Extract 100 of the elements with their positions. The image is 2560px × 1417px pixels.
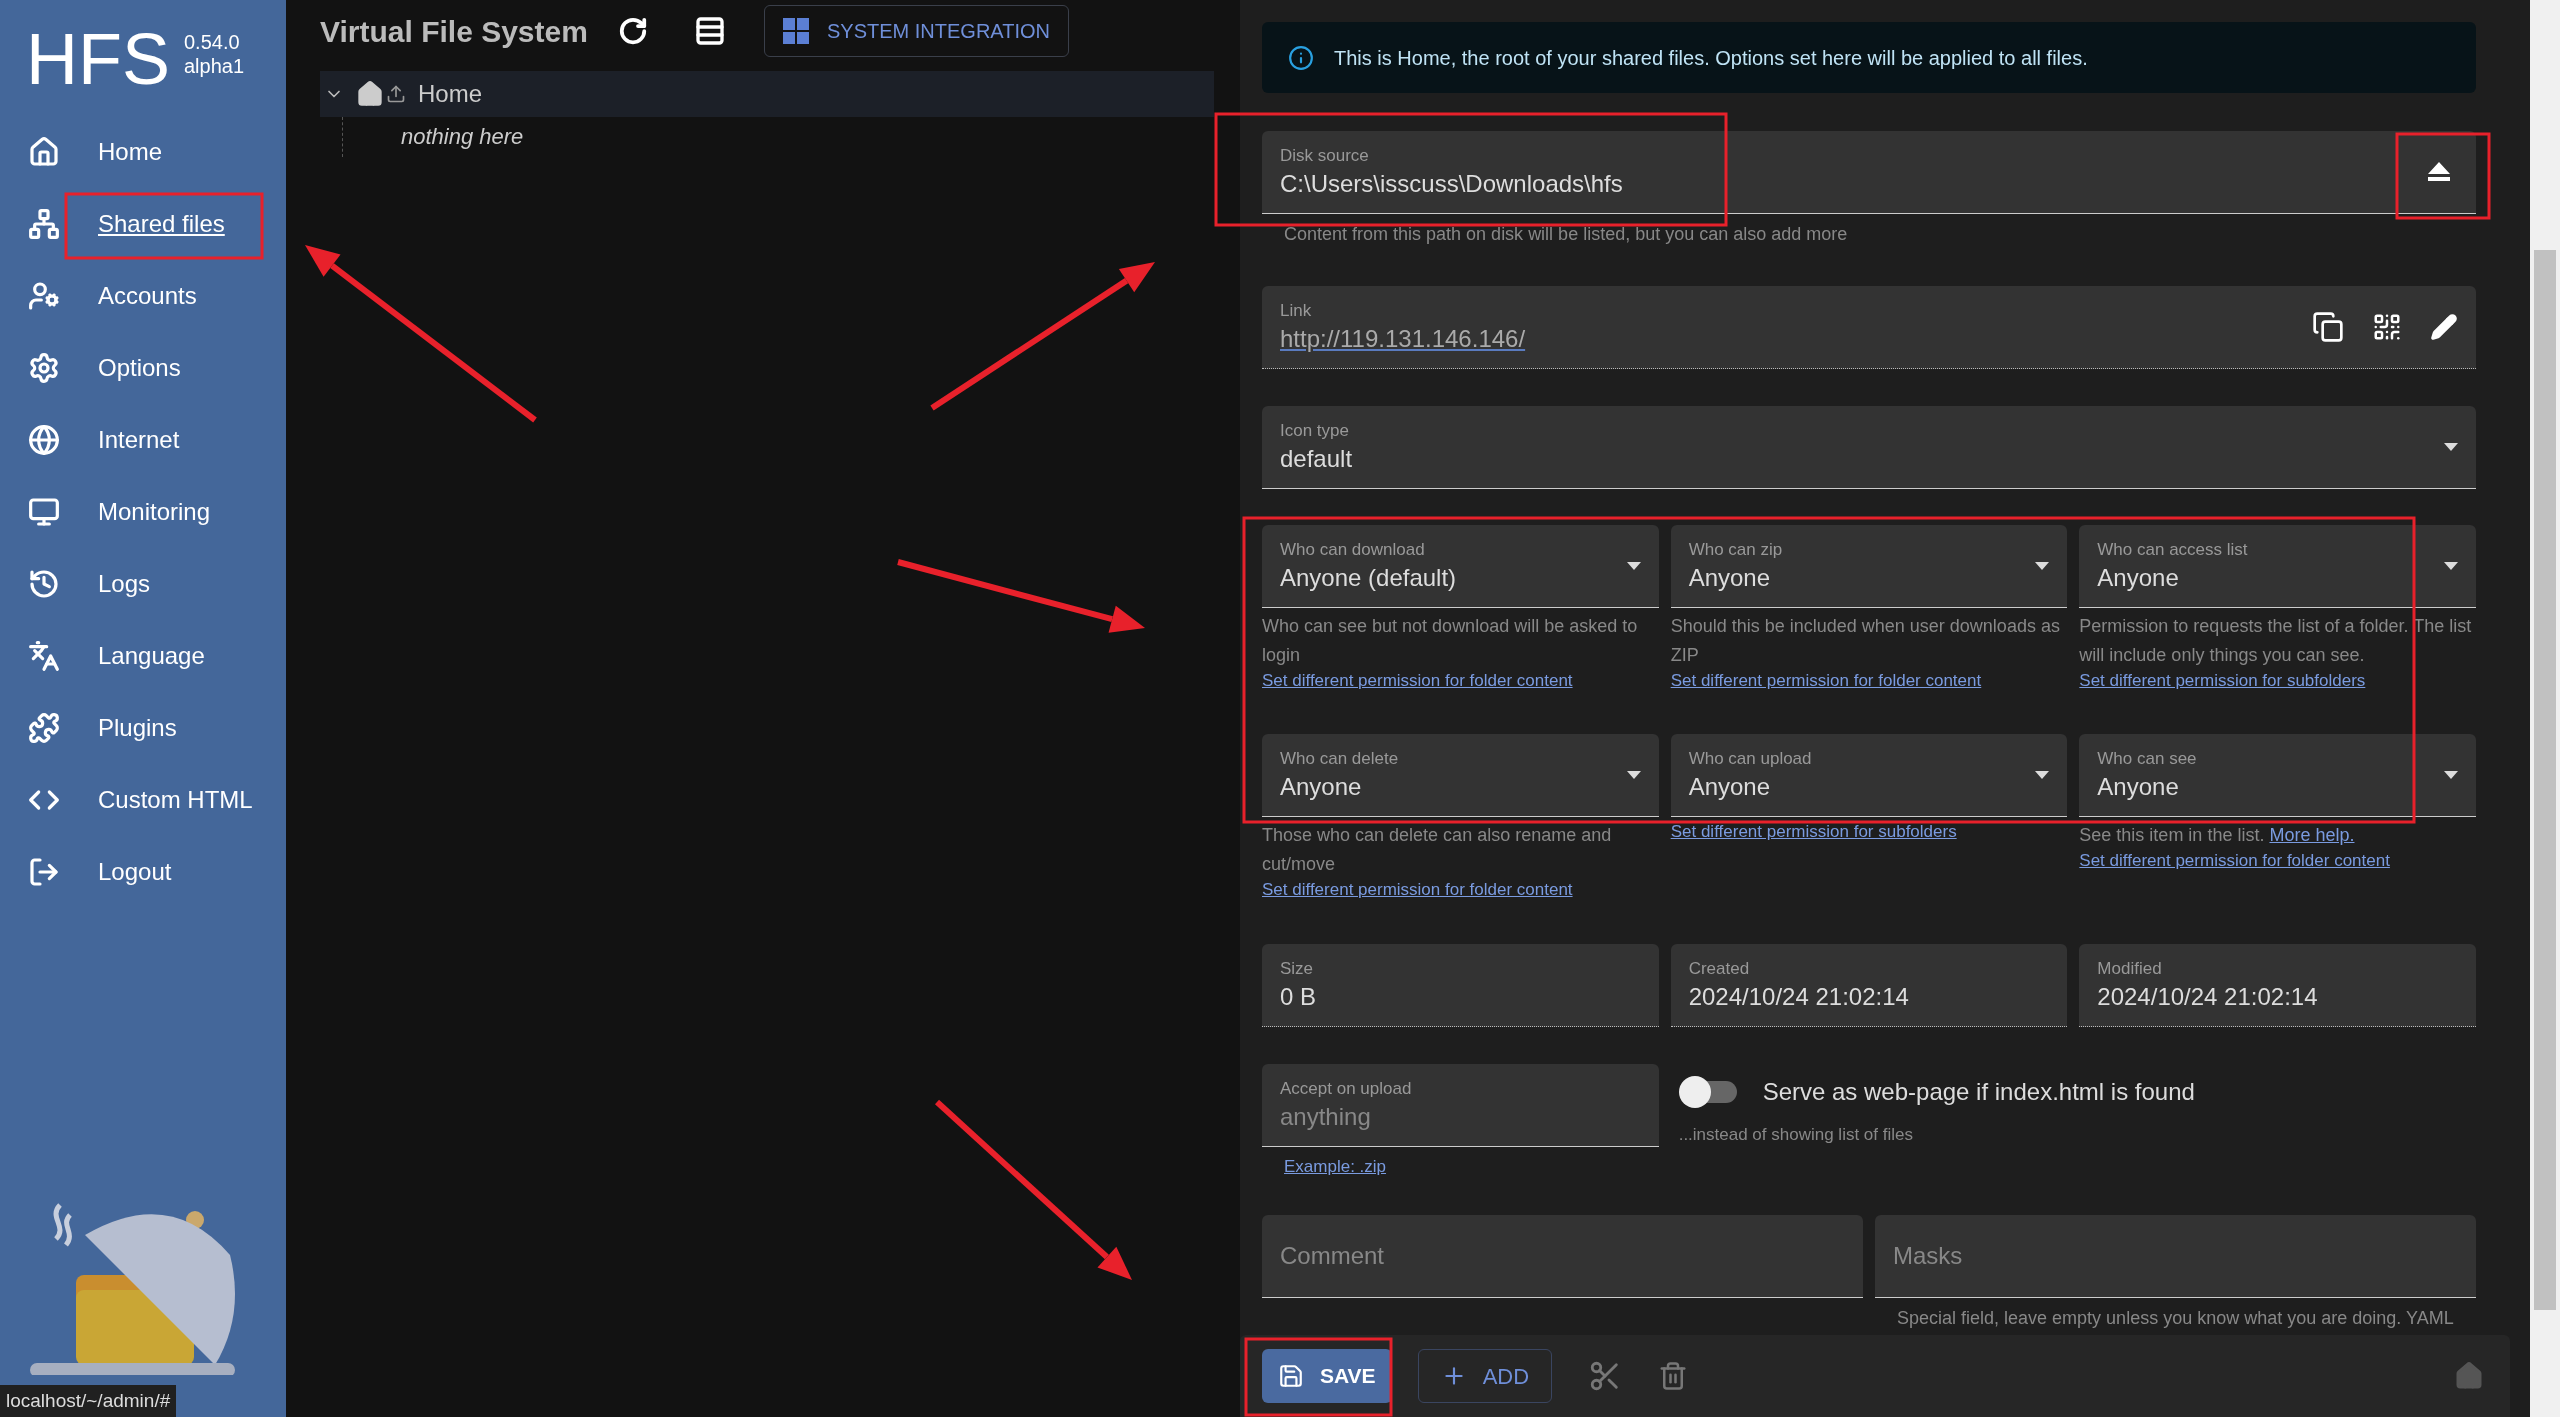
- helper-text: Those who can delete can also rename and cut/move: [1262, 824, 1613, 876]
- puzzle-icon: [28, 712, 60, 744]
- permission-select[interactable]: Who can download Anyone (default): [1262, 525, 1659, 608]
- nav-link[interactable]: Shared files: [98, 206, 225, 242]
- field-value: 2024/10/24 21:02:14: [1688, 982, 1910, 1012]
- field-label: Who can delete: [1280, 748, 1400, 770]
- field-value: Anyone: [1688, 772, 1772, 802]
- edit-button[interactable]: [2430, 313, 2458, 341]
- caret-icon: [2444, 562, 2458, 570]
- nav-link[interactable]: Options: [98, 350, 181, 386]
- copy-button[interactable]: [2312, 311, 2344, 343]
- field-label: Who can see: [2097, 748, 2198, 770]
- field-label: Icon type: [1280, 420, 1350, 442]
- eject-icon: [2428, 162, 2450, 182]
- field-label: Disk source: [1280, 145, 1370, 167]
- upload-icon: [386, 84, 406, 104]
- permission-select[interactable]: Who can delete Anyone: [1262, 734, 1659, 817]
- nav-link[interactable]: Accounts: [98, 278, 197, 314]
- nav-link[interactable]: Monitoring: [98, 494, 211, 530]
- tree-item-label: Home: [418, 79, 483, 109]
- field-input[interactable]: Masks: [1893, 1240, 2458, 1272]
- permission-link[interactable]: Set different permission for subfolders: [2079, 670, 2366, 692]
- qr-code-button[interactable]: [2372, 312, 2402, 342]
- settings-icon: [28, 352, 60, 384]
- field-value: default: [1280, 444, 1354, 474]
- icon-type-select[interactable]: Icon type default: [1262, 406, 2476, 489]
- caret-icon: [1626, 562, 1641, 570]
- accept-field[interactable]: Accept on upload anything: [1262, 1064, 1659, 1147]
- toggle-switch[interactable]: [1678, 1076, 1739, 1108]
- caret-icon: [2444, 443, 2458, 451]
- nav-link[interactable]: Logs: [98, 566, 151, 602]
- tree-item[interactable]: Home: [320, 71, 1214, 117]
- home-icon: [2454, 1361, 2484, 1391]
- comment-field[interactable]: Comment: [1262, 1215, 1863, 1298]
- add-button[interactable]: ADD: [1417, 1349, 1553, 1403]
- permission-link[interactable]: Set different permission for subfolders: [1670, 821, 1957, 843]
- field-label: Accept on upload: [1280, 1078, 1413, 1100]
- caret-icon: [2035, 562, 2050, 570]
- permission-link[interactable]: Set different permission for folder content: [1670, 670, 1982, 692]
- user-gear-icon: [28, 280, 60, 312]
- save-button[interactable]: SAVE: [1262, 1349, 1392, 1403]
- help-link[interactable]: More help.: [2269, 825, 2355, 845]
- nav-link[interactable]: Home: [98, 134, 163, 170]
- field-value: Anyone: [1280, 772, 1363, 802]
- field-label: Modified: [2097, 958, 2163, 980]
- home-icon: [28, 136, 60, 168]
- nav-link[interactable]: Internet: [98, 422, 180, 458]
- info-field[interactable]: Modified 2024/10/24 21:02:14: [2079, 944, 2476, 1027]
- field-label: Size: [1280, 958, 1315, 980]
- monitor-icon: [28, 496, 60, 528]
- system-integration-button[interactable]: SYSTEM INTEGRATION: [764, 5, 1069, 57]
- field-label: Link: [1280, 300, 1313, 322]
- language-icon: [28, 640, 60, 672]
- permission-select[interactable]: Who can see Anyone: [2079, 734, 2476, 817]
- field-value: Anyone (default): [1280, 563, 1458, 593]
- helper-text: See this item in the list. More help.: [2079, 824, 2356, 847]
- helper-text: Who can see but not download will be asked to login: [1262, 615, 1639, 667]
- globe-icon: [28, 424, 60, 456]
- field-value: Anyone: [2097, 563, 2180, 593]
- helper-text: Should this be included when user downloads as ZIP: [1670, 615, 2061, 667]
- field-value: C:\Users\isscuss\Downloads\hfs: [1280, 169, 1624, 199]
- permission-link[interactable]: Set different permission for folder content: [2079, 850, 2390, 872]
- field-input[interactable]: anything: [1280, 1101, 1641, 1133]
- permission-select[interactable]: Who can access list Anyone: [2079, 525, 2476, 608]
- refresh-icon: [618, 16, 648, 46]
- field-value: 0 B: [1280, 982, 1318, 1012]
- logout-icon: [28, 856, 60, 888]
- caret-icon: [2444, 771, 2458, 779]
- field-value: Anyone: [2097, 772, 2180, 802]
- info-icon: [1288, 44, 1314, 71]
- field-label: Created: [1688, 958, 1751, 980]
- nav-link[interactable]: Logout: [98, 854, 172, 890]
- permission-select[interactable]: Who can upload Anyone: [1670, 734, 2068, 817]
- field-label: Who can upload: [1688, 748, 1813, 770]
- field-label: Who can access list: [2097, 539, 2249, 561]
- field-label: Who can zip: [1688, 539, 1784, 561]
- status-url: localhost/~/admin/#: [0, 1384, 177, 1417]
- empty-tree-text: nothing here: [401, 123, 524, 151]
- info-field[interactable]: Created 2024/10/24 21:02:14: [1670, 944, 2068, 1027]
- helper-text: Special field, leave empty unless you know what you are doing. YAML: [1897, 1307, 2455, 1330]
- toggle-label: Serve as web-page if index.html is found: [1762, 1077, 2195, 1107]
- permission-link[interactable]: Set different permission for folder content: [1262, 879, 1573, 901]
- nav-link[interactable]: Language: [98, 638, 205, 674]
- permission-link[interactable]: Example: .zip: [1284, 1157, 1387, 1176]
- version-text: 0.54.0: [184, 30, 241, 54]
- permission-link[interactable]: Set different permission for folder content: [1262, 670, 1573, 692]
- nav-link[interactable]: Plugins: [98, 710, 177, 746]
- field-input[interactable]: Comment: [1280, 1240, 1845, 1272]
- disk-source-field[interactable]: Disk source C:\Users\isscuss\Downloads\hfs: [1262, 131, 2476, 214]
- masks-field[interactable]: Masks: [1875, 1215, 2476, 1298]
- home-icon: [356, 80, 384, 108]
- permission-select[interactable]: Who can zip Anyone: [1670, 525, 2068, 608]
- app-logo-text: HFS: [26, 24, 170, 94]
- info-text: This is Home, the root of your shared files. Options set here will be applied to all files.: [1334, 45, 2088, 71]
- link-field[interactable]: Link http://119.131.146.146/: [1262, 286, 2476, 369]
- caret-icon: [1626, 771, 1641, 779]
- tree-icon: [28, 208, 60, 240]
- list-icon: [694, 15, 726, 47]
- nav-link[interactable]: Custom HTML: [98, 782, 253, 818]
- info-field[interactable]: Size 0 B: [1262, 944, 1659, 1027]
